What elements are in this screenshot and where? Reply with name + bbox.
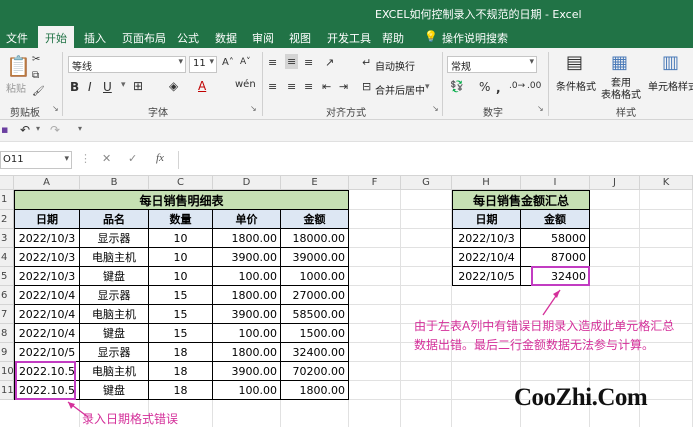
watermark-logo: CooZhi.Com [514, 384, 648, 411]
annotation-arrows [67, 289, 561, 418]
arrow-head [68, 402, 75, 409]
arrow-head [553, 290, 560, 298]
annotation-bottom: 录入日期格式错误 [82, 412, 179, 426]
annotation-right: 由于左表A列中有错误日期录入造成此单元格汇总数据出错。最后二行金额数据无法参与计… [414, 319, 675, 352]
